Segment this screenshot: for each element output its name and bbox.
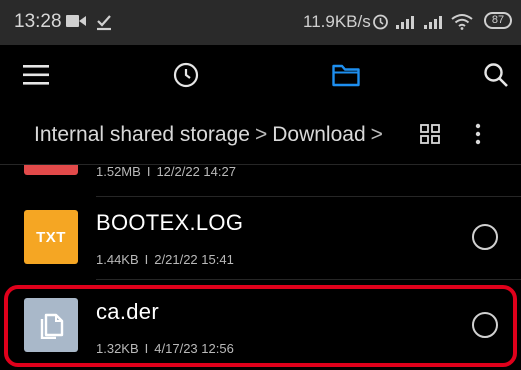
battery-icon: 87 (484, 12, 512, 29)
file-row[interactable]: 1.52MB I 12/2/22 14:27 (0, 165, 521, 189)
video-camera-icon (66, 13, 86, 36)
recent-button[interactable] (164, 55, 208, 99)
file-date: 12/2/22 14:27 (156, 165, 236, 179)
highlight-box (4, 285, 517, 367)
meta-separator: I (146, 165, 151, 179)
file-size: 1.52MB (96, 165, 141, 179)
search-button[interactable] (474, 55, 518, 99)
grid-view-icon (420, 123, 440, 149)
more-vertical-icon (475, 123, 481, 150)
file-row[interactable]: TXT BOOTEX.LOG 1.44KB I 2/21/22 15:41 (0, 197, 521, 279)
breadcrumb-separator: > (254, 123, 268, 146)
menu-button[interactable] (14, 55, 58, 99)
status-bar: 13:28 11.9KB/s 87 (0, 0, 521, 45)
alarm-icon (372, 13, 389, 35)
status-time: 13:28 (14, 11, 62, 32)
view-toggle-button[interactable] (410, 114, 450, 158)
menu-icon (23, 64, 49, 91)
file-type-label: TXT (36, 228, 66, 246)
signal-icon (423, 14, 445, 35)
signal-icon (395, 14, 417, 35)
network-speed: 11.9KB/s (303, 12, 371, 31)
toolbar (0, 45, 521, 110)
battery-level: 87 (491, 14, 505, 26)
select-radio[interactable] (472, 224, 498, 250)
recent-clock-icon (173, 62, 199, 93)
file-name: BOOTEX.LOG (96, 210, 244, 235)
breadcrumb-item-download[interactable]: Download (272, 123, 365, 147)
search-icon (483, 62, 509, 93)
file-date: 2/21/22 15:41 (154, 252, 234, 267)
meta-separator: I (144, 252, 149, 267)
breadcrumb-item-storage[interactable]: Internal shared storage (34, 123, 250, 147)
breadcrumb-separator: > (370, 123, 383, 146)
file-size: 1.44KB (96, 252, 139, 267)
more-options-button[interactable] (458, 114, 498, 158)
breadcrumb: Internal shared storage > Download > (0, 110, 521, 162)
folder-icon (332, 63, 360, 92)
wifi-icon (451, 13, 473, 35)
files-button[interactable] (324, 55, 368, 99)
txt-file-icon: TXT (24, 210, 78, 264)
download-check-icon (95, 13, 113, 36)
file-thumbnail (24, 165, 78, 175)
